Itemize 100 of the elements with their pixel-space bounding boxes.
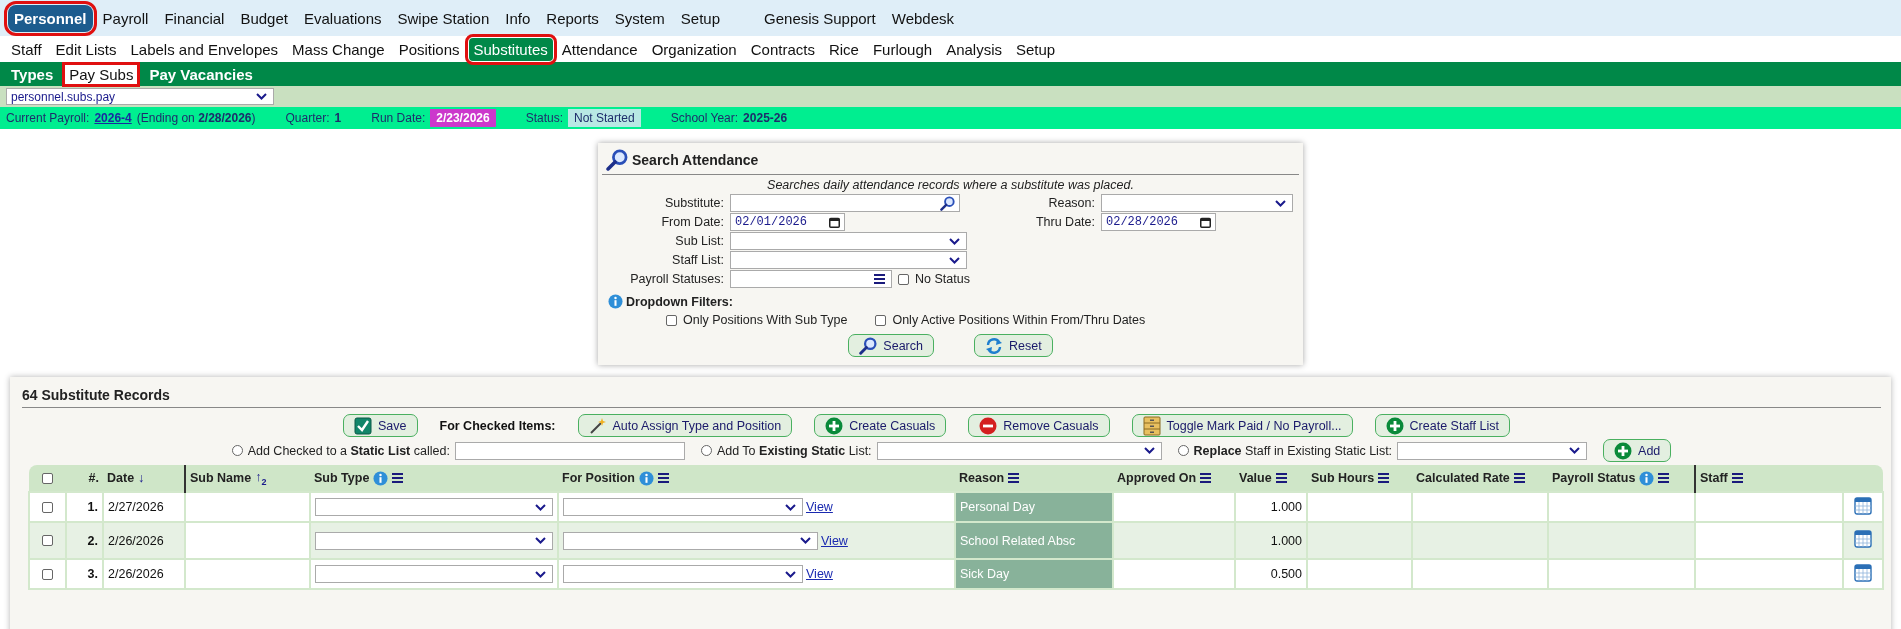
tab[interactable]: Types	[6, 63, 59, 85]
submenu-item[interactable]: Setup	[1011, 37, 1061, 61]
submenu-item[interactable]: Labels and Envelopes	[125, 37, 284, 61]
menu-icon[interactable]	[1275, 473, 1287, 483]
date-cell: 2/27/2026	[103, 492, 185, 522]
submenu-item[interactable]: Mass Change	[287, 37, 390, 61]
menu-icon[interactable]	[874, 274, 885, 284]
calendar-icon[interactable]	[829, 216, 840, 228]
menu-item[interactable]: Reports	[540, 4, 605, 32]
menu-item[interactable]: Genesis Support	[758, 4, 882, 32]
column-header[interactable]: For Position	[562, 471, 635, 485]
column-header[interactable]: #.	[88, 471, 99, 485]
column-header[interactable]: Date	[107, 471, 135, 485]
checkbox-icon	[354, 416, 372, 435]
plus-icon	[825, 416, 844, 435]
list-name-field[interactable]	[454, 441, 685, 460]
checkbox[interactable]	[875, 314, 887, 326]
menu-icon[interactable]	[1513, 473, 1525, 483]
search-button[interactable]: Search	[848, 334, 934, 357]
select-all-checkbox[interactable]	[42, 472, 53, 484]
reset-button[interactable]: Reset	[973, 334, 1053, 357]
view-link[interactable]: View	[821, 533, 848, 548]
thru-date-field[interactable]: 02/28/2026	[1101, 213, 1216, 231]
field-label: Sub List:	[674, 234, 724, 248]
checkbox[interactable]	[898, 273, 909, 285]
payroll-statuses-field[interactable]	[730, 270, 892, 288]
menu-item[interactable]: Payroll	[96, 4, 155, 32]
menu-item[interactable]: Swipe Station	[391, 4, 496, 32]
view-link[interactable]: View	[806, 500, 833, 514]
field-label: Thru Date:	[1034, 215, 1095, 229]
submenu-item[interactable]: Organization	[646, 37, 742, 61]
toolbar-button[interactable]: Save	[343, 414, 418, 437]
menu-icon[interactable]	[1200, 473, 1212, 483]
chevron-icon	[800, 537, 811, 544]
menu-item[interactable]: Evaluations	[297, 4, 388, 32]
chevron-icon	[535, 537, 546, 544]
menu-icon[interactable]	[1731, 473, 1743, 483]
chevron-icon	[535, 570, 546, 578]
radio-button[interactable]	[1177, 445, 1189, 456]
search-icon	[940, 195, 955, 211]
row-checkbox[interactable]	[42, 535, 53, 546]
reason-cell: Sick Day	[955, 559, 1113, 589]
checkbox[interactable]	[666, 314, 677, 326]
menu-item[interactable]: System	[608, 4, 671, 32]
date-cell: 2/26/2026	[103, 522, 185, 559]
add-button[interactable]: Add	[1603, 439, 1672, 462]
info-icon[interactable]	[608, 294, 623, 309]
quarter-value: 1	[334, 111, 342, 125]
quarter-label: Quarter:	[285, 111, 330, 125]
submenu-item[interactable]: Contracts	[745, 37, 820, 61]
program-dropdown[interactable]: personnel.subs.pay	[6, 88, 274, 105]
toolbar-button[interactable]: Remove Casuals	[968, 414, 1110, 437]
toolbar-button[interactable]: Auto Assign Type and Position	[577, 414, 793, 437]
row-checkbox[interactable]	[42, 568, 53, 580]
tab[interactable]: Pay Subs	[64, 63, 139, 85]
status-label: Status:	[525, 111, 563, 125]
submenu-item[interactable]: Edit Lists	[50, 37, 122, 61]
calendar-icon[interactable]	[1200, 216, 1211, 228]
menu-icon[interactable]	[657, 473, 669, 483]
radio-button[interactable]	[231, 445, 243, 456]
chevron-icon	[785, 570, 796, 578]
column-header[interactable]: Reason	[959, 471, 1005, 485]
submenu-item[interactable]: Analysis	[941, 37, 1007, 61]
substitute-field[interactable]	[730, 194, 960, 212]
reason-cell: Personal Day	[955, 492, 1113, 522]
toolbar-button[interactable]: Create Casuals	[814, 414, 947, 437]
menu-icon[interactable]	[1658, 473, 1670, 483]
menu-icon[interactable]	[1378, 473, 1390, 483]
menu-item[interactable]: Financial	[158, 4, 231, 32]
sort-indicator[interactable]: ↓	[138, 471, 145, 485]
tab[interactable]: Pay Vacancies	[144, 63, 258, 85]
chevron-icon	[949, 237, 960, 245]
menu-icon[interactable]	[392, 473, 404, 483]
filters-label: Dropdown Filters:	[626, 294, 733, 309]
submenu-item[interactable]: Furlough	[867, 37, 938, 61]
view-link[interactable]: View	[806, 567, 833, 581]
toolbar-button[interactable]: Create Staff List	[1374, 414, 1510, 437]
submenu-item[interactable]: Attendance	[556, 37, 643, 61]
wand-icon	[588, 416, 607, 435]
run-date-label: Run Date:	[371, 111, 426, 125]
menu-item[interactable]: Setup	[674, 4, 727, 32]
radio-button[interactable]	[700, 445, 712, 456]
menu-icon[interactable]	[1008, 473, 1020, 483]
submenu-item[interactable]: Staff	[6, 37, 47, 61]
checkbox-label: Only Positions With Sub Type	[683, 313, 848, 327]
payroll-link[interactable]: 2026-4	[94, 111, 132, 125]
submenu-item[interactable]: Positions	[393, 37, 465, 61]
field-label: Reason:	[1047, 196, 1095, 210]
menu-item[interactable]: Info	[499, 4, 537, 32]
toolbar-button[interactable]: Toggle Mark Paid / No Payroll...	[1131, 414, 1353, 437]
from-date-field[interactable]: 02/01/2026	[730, 213, 845, 231]
column-header[interactable]: Sub Name	[190, 471, 252, 485]
value-cell: 0.500	[1235, 559, 1307, 589]
menu-item[interactable]: Budget	[234, 4, 294, 32]
column-header[interactable]: Sub Type	[314, 471, 370, 485]
submenu-item[interactable]: Rice	[823, 37, 864, 61]
menu-item[interactable]: Webdesk	[885, 4, 961, 32]
column-header[interactable]: Staff	[1700, 471, 1728, 485]
row-checkbox[interactable]	[42, 501, 53, 513]
sort-indicator[interactable]: ↑$_{2}$	[255, 469, 267, 487]
